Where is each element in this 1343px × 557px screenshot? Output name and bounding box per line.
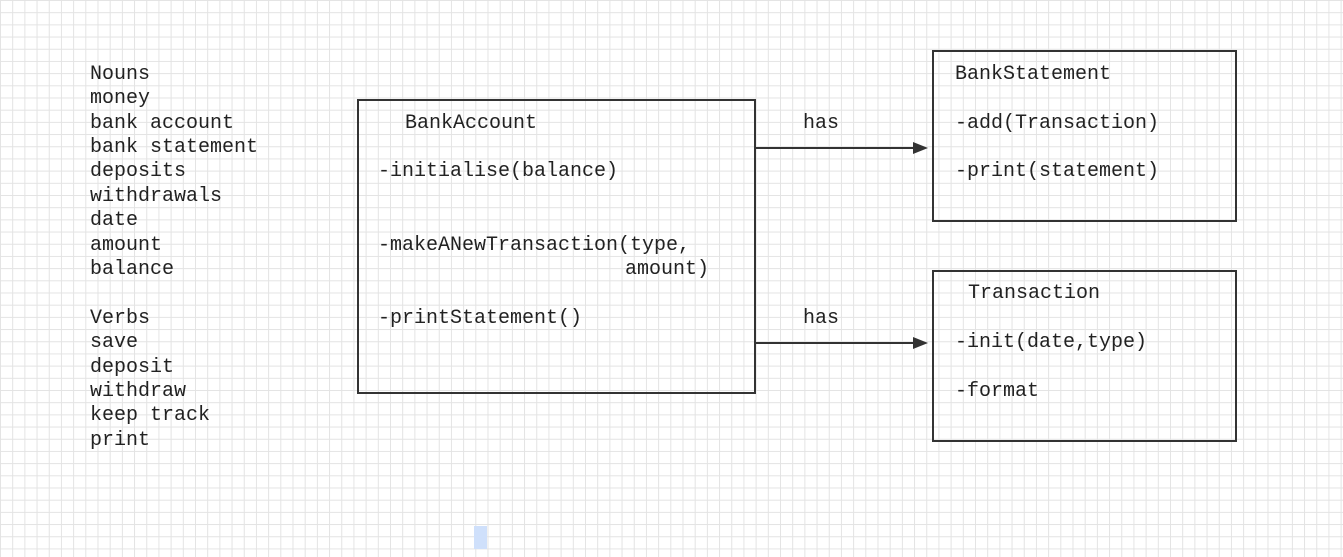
arrow-to-transaction[interactable] bbox=[756, 337, 928, 349]
arrows-layer bbox=[756, 142, 928, 349]
arrow-to-bank-statement[interactable] bbox=[756, 142, 928, 154]
selection-marker bbox=[474, 526, 487, 549]
